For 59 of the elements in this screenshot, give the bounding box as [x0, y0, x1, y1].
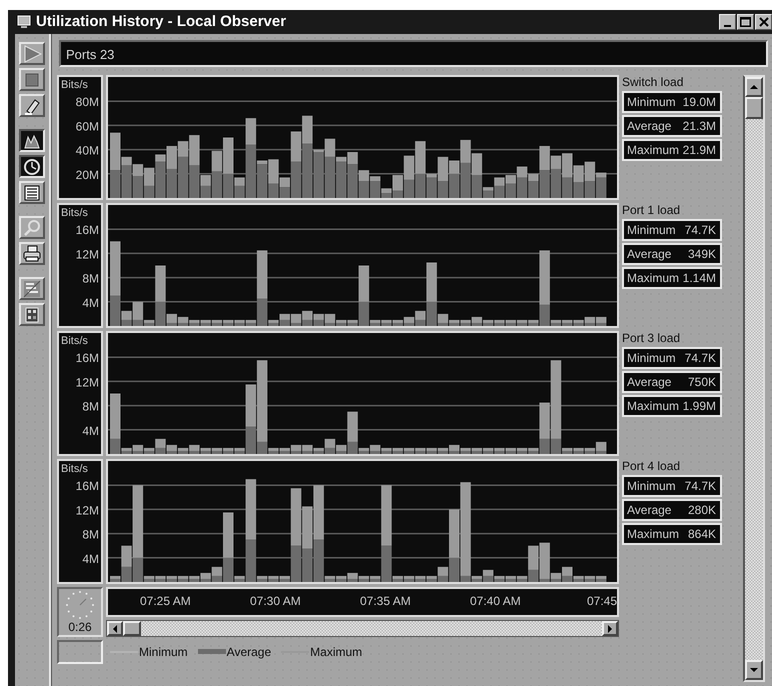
time-label: 07:45	[586, 593, 617, 610]
stats-title: Port 4 load	[622, 459, 682, 473]
tick-label: 4M	[82, 552, 99, 566]
stat-value: 74.7K	[684, 350, 716, 367]
stat-value: 750K	[688, 374, 716, 391]
stat-label: Minimum	[627, 94, 676, 111]
tick-label: 40M	[76, 144, 99, 158]
stat-label: Maximum	[627, 142, 680, 159]
time-label: 07:35 AM	[360, 593, 411, 610]
stat-label: Maximum	[627, 526, 680, 543]
legend-label: Minimum	[139, 644, 188, 661]
legend-label: Maximum	[310, 644, 362, 661]
tick-label: 12M	[76, 503, 99, 518]
tick-label: 8M	[82, 400, 99, 414]
time-label: 07:30 AM	[250, 593, 301, 610]
stats-title: Switch load	[622, 75, 684, 89]
stat-value: 74.7K	[684, 478, 716, 495]
stat-value: 74.7K	[684, 222, 716, 239]
stat-label: Minimum	[627, 350, 676, 367]
stat-value: 21.3M	[682, 118, 716, 135]
tick-label: 4M	[82, 296, 99, 310]
stat-value: 280K	[688, 502, 716, 519]
stats-title: Port 3 load	[622, 331, 682, 345]
legend-label: Average	[226, 644, 272, 661]
stat-value: 21.9M	[682, 142, 716, 159]
tick-label: 16M	[76, 479, 99, 494]
stat-label: Average	[627, 374, 672, 391]
stat-label: Maximum	[627, 270, 680, 287]
axis-label: Bits/s	[61, 335, 88, 347]
stat-label: Average	[627, 118, 672, 135]
stat-value: 349K	[688, 246, 716, 263]
stats-title: Port 1 load	[622, 203, 682, 217]
tick-label: 20M	[76, 168, 99, 182]
stat-value: 1.14M	[682, 270, 716, 287]
time-label: 07:25 AM	[140, 593, 191, 610]
axis-label: Bits/s	[61, 463, 88, 475]
stat-value: 19.0M	[682, 94, 716, 111]
stat-label: Minimum	[627, 222, 676, 239]
stat-label: Maximum	[627, 398, 680, 415]
axis-label: Bits/s	[61, 79, 88, 91]
stat-label: Minimum	[627, 478, 676, 495]
axis-label: Bits/s	[61, 207, 88, 219]
tick-label: 80M	[76, 95, 99, 110]
stat-value: 1.99M	[682, 398, 716, 415]
tick-label: 12M	[76, 375, 99, 390]
tick-label: 16M	[76, 351, 99, 366]
tick-label: 8M	[82, 528, 99, 542]
ports-field[interactable]: Ports 23	[59, 40, 768, 67]
time-label: 07:40 AM	[470, 593, 521, 610]
stat-label: Average	[627, 502, 672, 519]
stat-label: Average	[627, 246, 672, 263]
stat-value: 864K	[688, 526, 716, 543]
tick-label: 60M	[76, 119, 99, 134]
tick-label: 16M	[76, 223, 99, 238]
tick-label: 4M	[82, 424, 99, 438]
elapsed-time: 0:26	[68, 621, 92, 634]
tick-label: 8M	[82, 272, 99, 286]
window-title: Utilization History - Local Observer	[36, 12, 286, 32]
tick-label: 12M	[76, 247, 99, 262]
